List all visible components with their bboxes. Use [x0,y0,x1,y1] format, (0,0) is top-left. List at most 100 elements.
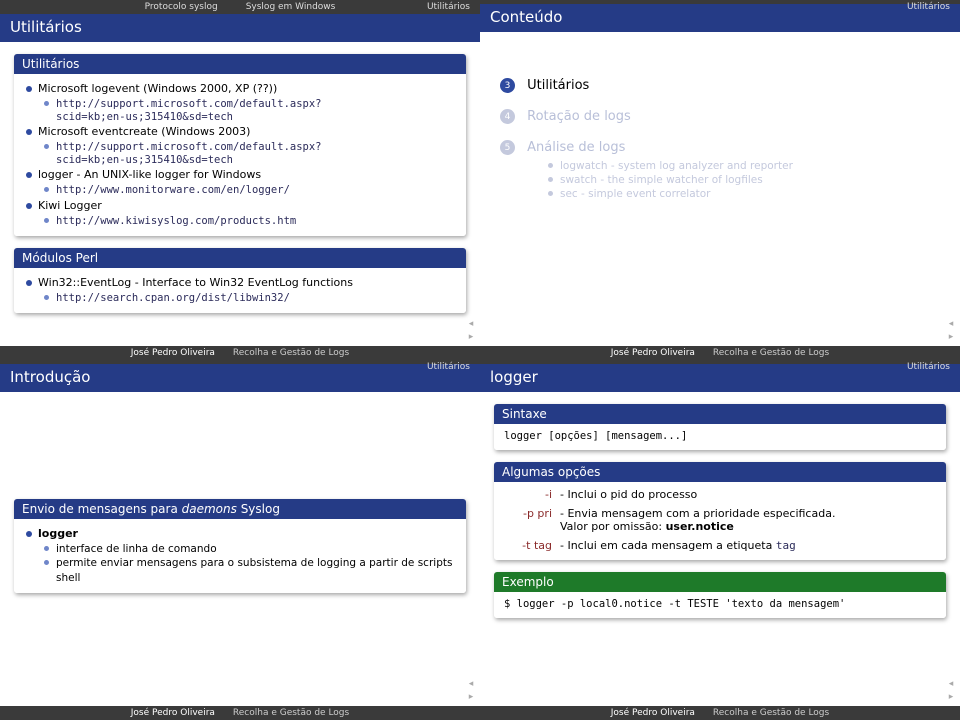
nav-item-active: Utilitários [907,362,950,372]
nav-item: Syslog em Windows [246,2,336,12]
nav-item-active: Utilitários [427,362,470,372]
nav-next-icon[interactable]: ▸ [466,332,476,342]
nav-bar: Protocolo syslog Syslog em Windows Utili… [0,0,480,14]
footer: José Pedro Oliveira Recolha e Gestão de … [480,346,960,360]
block-utilitarios: Utilitários Microsoft logevent (Windows … [14,54,466,236]
agenda-number-icon: 3 [500,78,515,93]
text: - Inclui em cada mensagem a etiqueta [560,539,776,552]
list-item: logger [24,527,456,542]
block-body: -i - Inclui o pid do processo -p pri - E… [494,482,946,560]
text: - Envia mensagem com a prioridade especi… [560,507,835,520]
nav-next-icon[interactable]: ▸ [946,692,956,702]
footer-title: Recolha e Gestão de Logs [233,348,349,358]
block-head-text: Envio de mensagens para daemons Syslog [22,502,280,516]
slide-body: 3 Utilitários 4 Rotação de logs 5 Anális… [480,32,960,346]
list-item: logwatch - system log analyzer and repor… [546,159,946,173]
footer: José Pedro Oliveira Recolha e Gestão de … [480,706,960,720]
nav-item-active: Utilitários [427,2,470,12]
footer-author: José Pedro Oliveira [131,348,215,358]
nav-bar: Utilitários [480,0,960,4]
list-item: Microsoft logevent (Windows 2000, XP (??… [24,82,456,97]
slide-body: Envio de mensagens para daemons Syslog l… [0,392,480,706]
slide-introducao: Utilitários Introdução Envio de mensagen… [0,360,480,720]
mono-word: tag [776,539,796,552]
block-head: Exemplo [494,572,946,592]
nav-prev-icon[interactable]: ◂ [466,319,476,329]
block-modulos-perl: Módulos Perl Win32::EventLog - Interface… [14,248,466,313]
agenda-number-icon: 5 [500,140,515,155]
list-item: swatch - the simple watcher of logfiles [546,173,946,187]
footer-title: Recolha e Gestão de Logs [713,348,829,358]
agenda-label: Utilitários [527,78,589,93]
nav-bar: Utilitários [480,360,960,364]
slide-nav-icons: ◂ ▸ [946,679,956,702]
footer-title: Recolha e Gestão de Logs [713,708,829,718]
slide-logger: Utilitários logger Sintaxe logger [opçõe… [480,360,960,720]
footer-author: José Pedro Oliveira [131,708,215,718]
block-head: Algumas opções [494,462,946,482]
code-line: logger [opções] [mensagem...] [494,424,946,450]
list-item: Microsoft eventcreate (Windows 2003) [24,125,456,140]
url-line: http://support.microsoft.com/default.asp… [42,140,456,154]
nav-bar: Utilitários [0,360,480,364]
nav-prev-icon[interactable]: ◂ [946,679,956,689]
option-desc: - Envia mensagem com a prioridade especi… [560,507,936,533]
footer: José Pedro Oliveira Recolha e Gestão de … [0,346,480,360]
block-head: Módulos Perl [14,248,466,268]
italic-word: daemons [182,502,237,516]
footer-author: José Pedro Oliveira [611,708,695,718]
nav-prev-icon[interactable]: ◂ [466,679,476,689]
nav-next-icon[interactable]: ▸ [946,332,956,342]
nav-item-active: Utilitários [907,2,950,12]
nav-prev-icon[interactable]: ◂ [946,319,956,329]
agenda-label: Rotação de logs [527,109,631,124]
block-exemplo: Exemplo $ logger -p local0.notice -t TES… [494,572,946,618]
block-head: Sintaxe [494,404,946,424]
option-flag: -i [504,488,552,501]
agenda-item-dim: 4 Rotação de logs [500,109,946,124]
footer-title: Recolha e Gestão de Logs [233,708,349,718]
options-table: -i - Inclui o pid do processo -p pri - E… [504,488,936,552]
option-flag: -t tag [504,539,552,552]
url-line: scid=kb;en-us;315410&sd=tech [56,154,456,166]
block-head: Utilitários [14,54,466,74]
block-sintaxe: Sintaxe logger [opções] [mensagem...] [494,404,946,450]
slide-title: Introdução [0,364,480,392]
url-line: http://search.cpan.org/dist/libwin32/ [42,291,456,305]
slide-nav-icons: ◂ ▸ [466,679,476,702]
agenda-item: 3 Utilitários [500,78,946,93]
slide-title: Conteúdo [480,4,960,32]
slide-conteudo: Utilitários Conteúdo 3 Utilitários 4 Rot… [480,0,960,360]
block-opcoes: Algumas opções -i - Inclui o pid do proc… [494,462,946,560]
list-item: permite enviar mensagens para o subsiste… [42,556,456,584]
slide-utilitarios-windows: Protocolo syslog Syslog em Windows Utili… [0,0,480,360]
default-value: user.notice [666,520,734,533]
slide-title: logger [480,364,960,392]
block-envio: Envio de mensagens para daemons Syslog l… [14,499,466,592]
list-item: Win32::EventLog - Interface to Win32 Eve… [24,276,456,291]
url-line: http://www.monitorware.com/en/logger/ [42,183,456,197]
slide-body: Sintaxe logger [opções] [mensagem...] Al… [480,392,960,706]
url-line: http://www.kiwisyslog.com/products.htm [42,214,456,228]
list-item: Kiwi Logger [24,199,456,214]
agenda-subitems: logwatch - system log analyzer and repor… [528,159,946,202]
list-item: sec - simple event correlator [546,187,946,201]
agenda-label: Análise de logs [527,140,625,155]
code-line: $ logger -p local0.notice -t TESTE 'text… [494,592,946,618]
option-desc: - Inclui em cada mensagem a etiqueta tag [560,539,936,552]
slide-body: Utilitários Microsoft logevent (Windows … [0,42,480,346]
footer-author: José Pedro Oliveira [611,348,695,358]
nav-next-icon[interactable]: ▸ [466,692,476,702]
slide-title: Utilitários [0,14,480,42]
nav-item: Protocolo syslog [145,2,218,12]
block-head: Envio de mensagens para daemons Syslog [14,499,466,519]
option-flag: -p pri [504,507,552,533]
block-body: Win32::EventLog - Interface to Win32 Eve… [14,268,466,313]
url-line: scid=kb;en-us;315410&sd=tech [56,111,456,123]
url-line: http://support.microsoft.com/default.asp… [42,97,456,111]
footer: José Pedro Oliveira Recolha e Gestão de … [0,706,480,720]
slide-nav-icons: ◂ ▸ [466,319,476,342]
slide-nav-icons: ◂ ▸ [946,319,956,342]
block-body: logger interface de linha de comando per… [14,519,466,592]
list-item: logger - An UNIX-like logger for Windows [24,168,456,183]
